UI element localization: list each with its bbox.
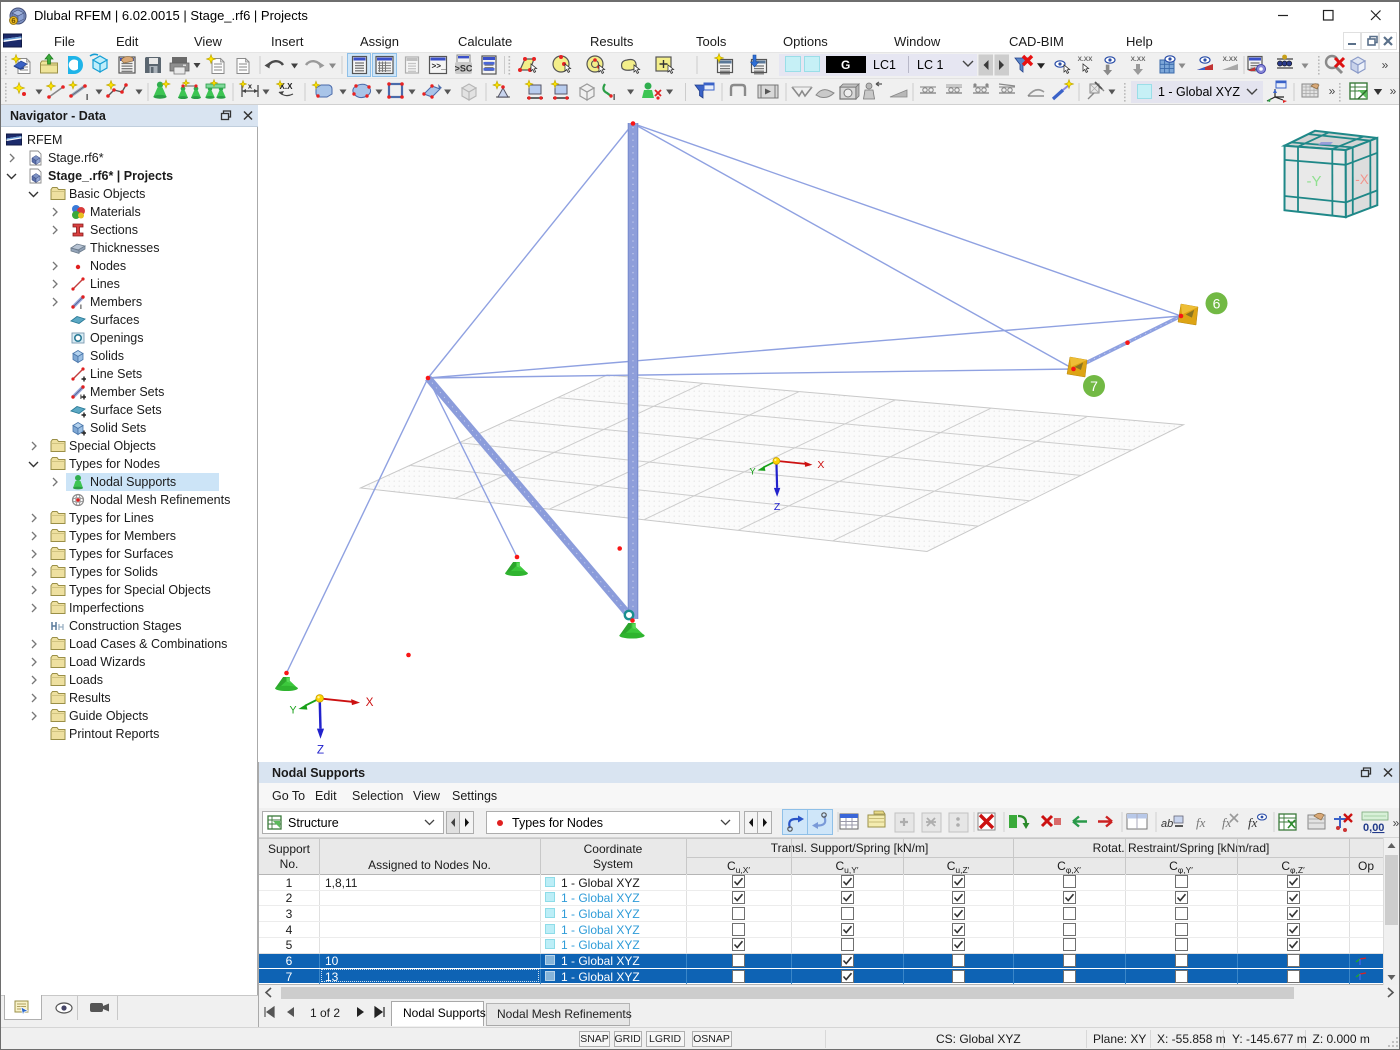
svg-text:fx: fx	[1196, 815, 1206, 830]
svg-text:Z: Z	[317, 743, 324, 756]
svg-text:I: I	[86, 93, 88, 102]
svg-text:X: X	[366, 696, 374, 709]
svg-text:6: 6	[1213, 295, 1221, 311]
svg-text:»: »	[1329, 84, 1336, 98]
svg-text:-X: -X	[1355, 172, 1369, 187]
svg-text:»: »	[1390, 84, 1397, 98]
svg-text:Z: Z	[774, 501, 781, 513]
svg-text:-Y: -Y	[1307, 173, 1322, 190]
svg-text:fx: fx	[1248, 815, 1258, 830]
svg-text:ab: ab	[1161, 818, 1173, 830]
svg-text:7: 7	[1090, 378, 1098, 394]
svg-text:X.XX: X.XX	[1131, 56, 1146, 63]
svg-text:X.XX: X.XX	[1223, 56, 1238, 63]
svg-text:X.XX: X.XX	[1078, 56, 1093, 63]
svg-text:fx: fx	[1222, 815, 1232, 830]
svg-text:Y: Y	[749, 466, 756, 477]
svg-text:Y: Y	[289, 705, 296, 717]
svg-text:X: X	[817, 459, 824, 471]
svg-text:>SC: >SC	[455, 64, 473, 74]
svg-text:x: x	[248, 82, 253, 91]
svg-text:0,00: 0,00	[1363, 822, 1384, 834]
svg-text:I: I	[613, 93, 615, 102]
svg-text:I: I	[80, 304, 82, 310]
svg-text:>>_: >>_	[432, 63, 447, 72]
svg-text:»: »	[1382, 58, 1389, 72]
svg-text:6: 6	[11, 16, 15, 25]
svg-text:»: »	[1393, 816, 1400, 830]
